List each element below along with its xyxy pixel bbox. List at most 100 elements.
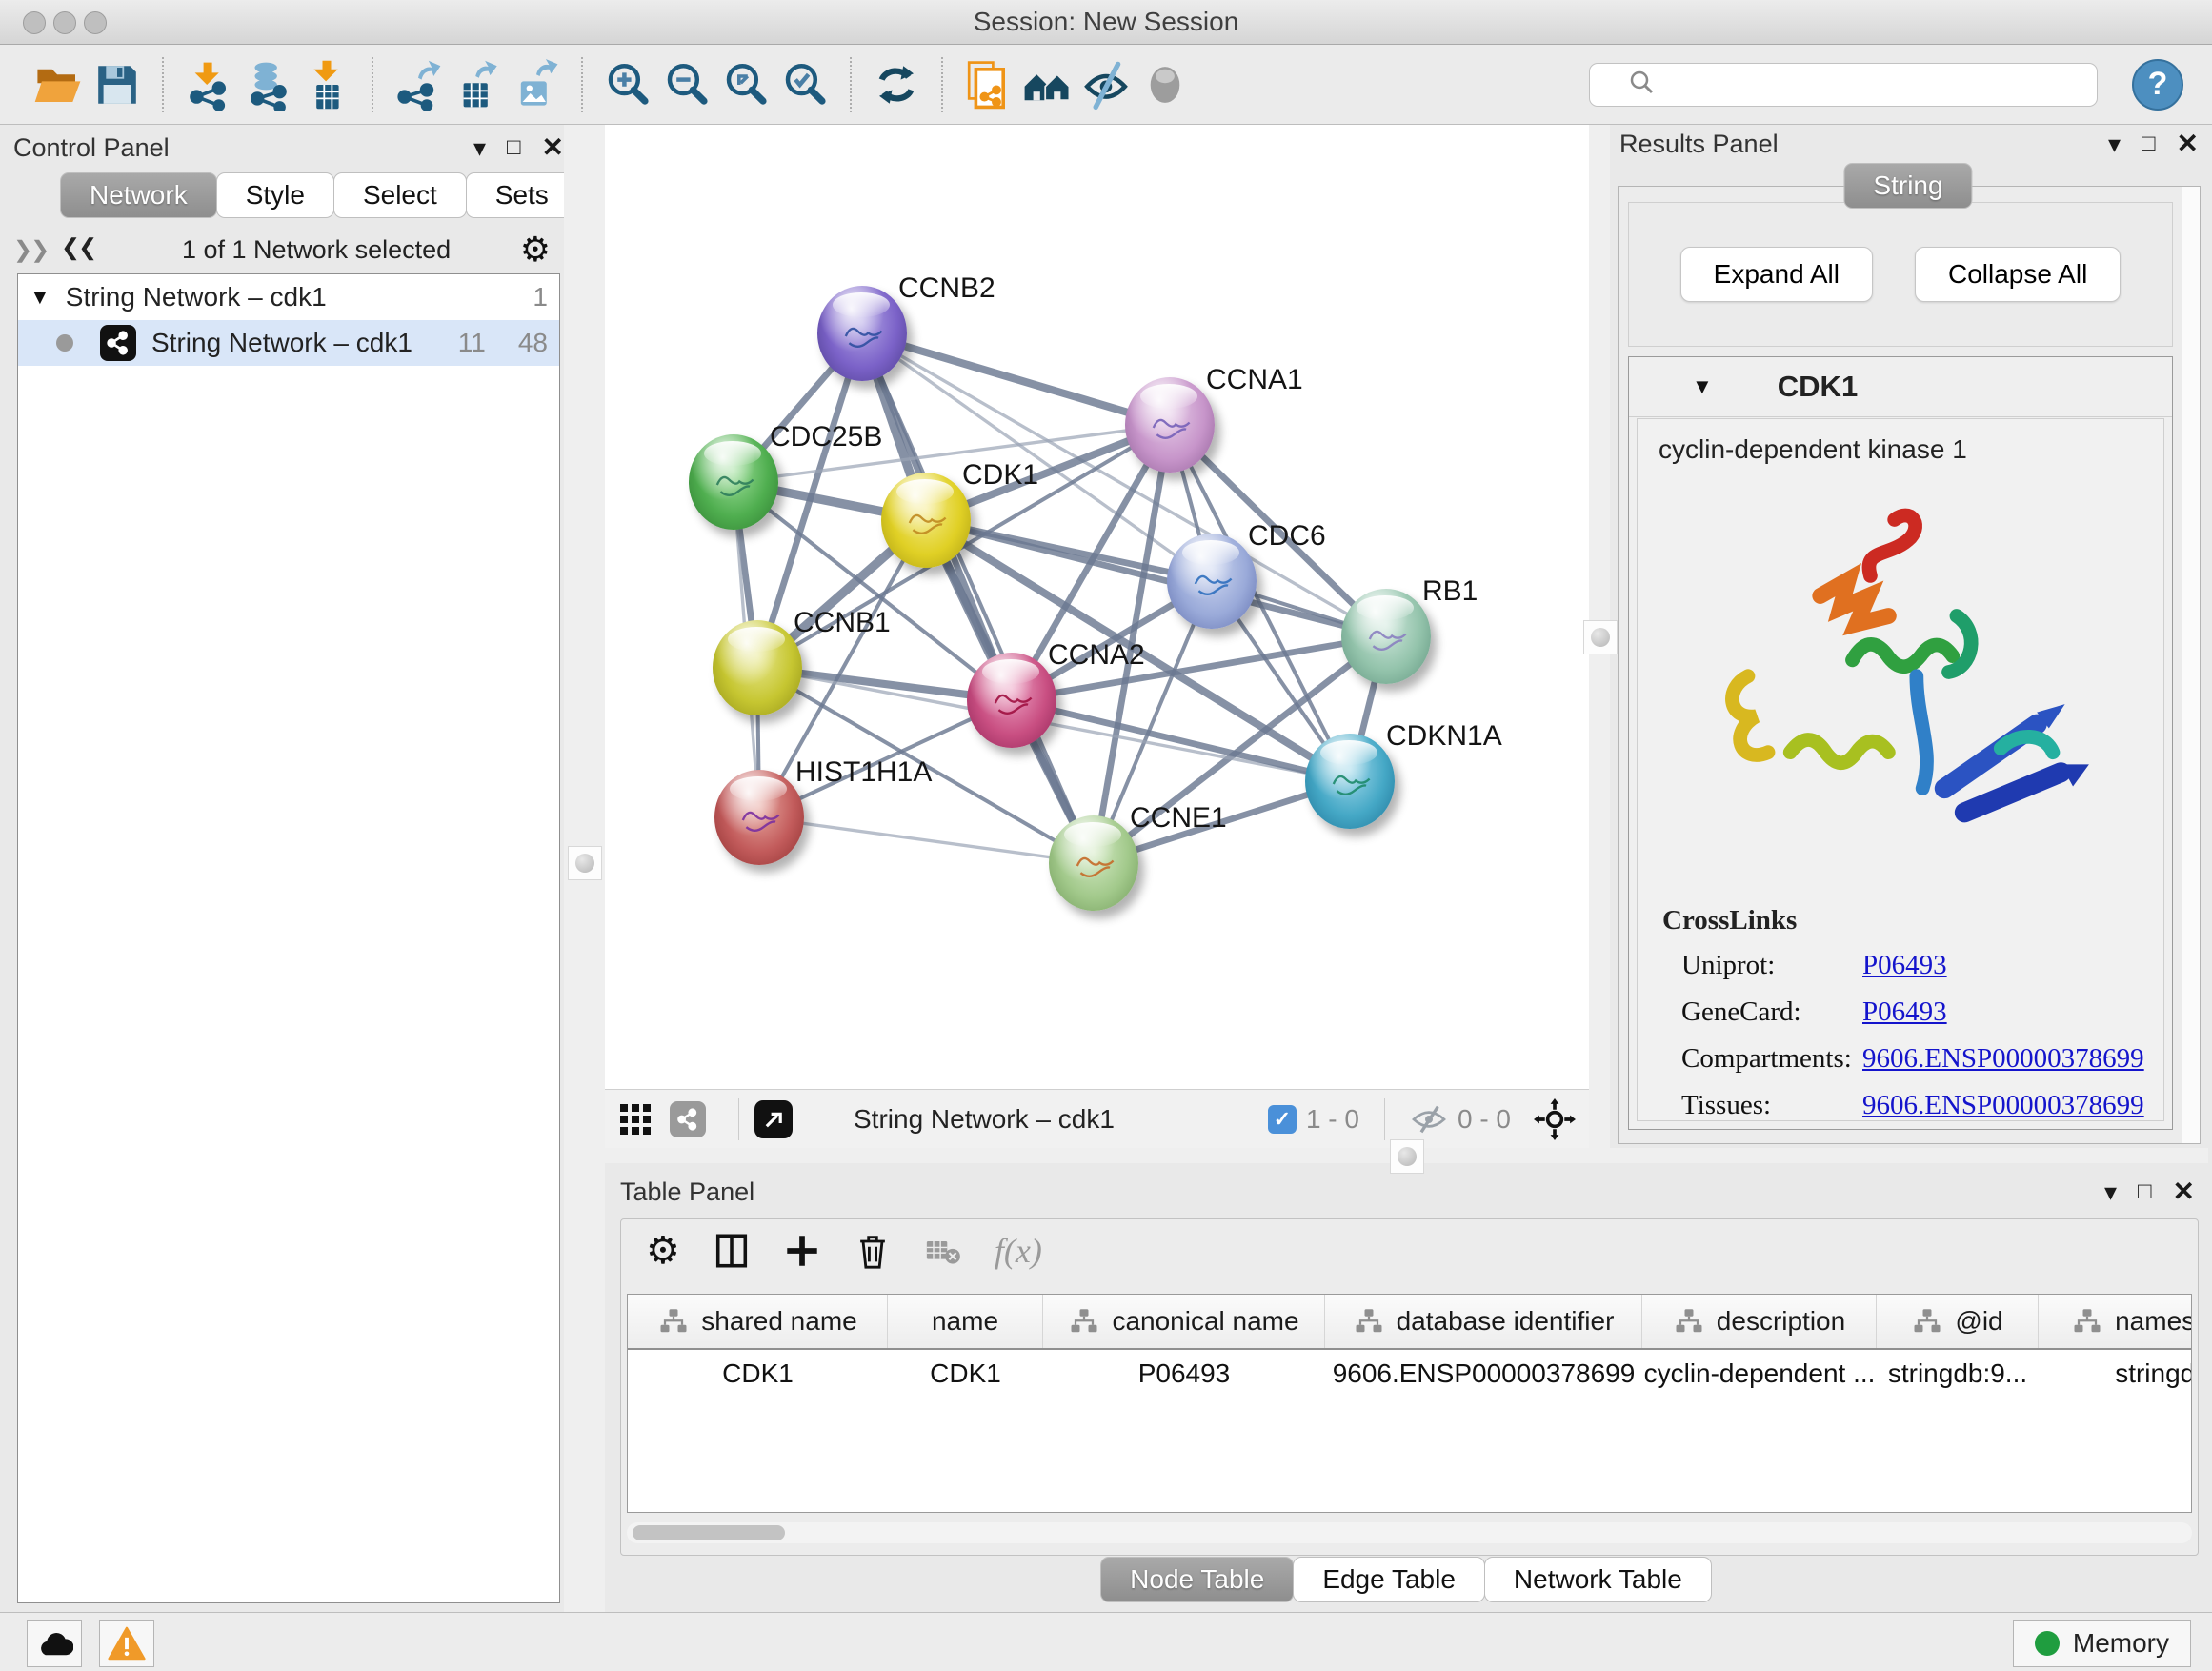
import-network-file-button[interactable] <box>179 55 238 114</box>
table-cell[interactable]: CDK1 <box>888 1350 1043 1398</box>
tab-select[interactable]: Select <box>333 172 467 218</box>
table-cell[interactable]: cyclin-dependent ... <box>1642 1350 1877 1398</box>
table-panel-close-icon[interactable]: ✕ <box>2173 1178 2195 1205</box>
scrollbar-thumb[interactable] <box>633 1525 785 1540</box>
column-header-label: database identifier <box>1397 1306 1615 1337</box>
table-horizontal-scrollbar[interactable] <box>627 1522 2192 1543</box>
column-header-namespace[interactable]: namespace <box>2039 1295 2192 1348</box>
warning-status-button[interactable] <box>99 1620 154 1667</box>
control-panel-collapse-icon[interactable]: ▾ <box>473 135 486 160</box>
tree-mapping-icon <box>2071 1307 2103 1336</box>
import-network-database-button[interactable] <box>238 55 297 114</box>
zoom-out-button[interactable] <box>657 55 716 114</box>
expand-all-button[interactable]: Expand All <box>1680 247 1873 302</box>
string-badge-icon[interactable] <box>670 1101 706 1137</box>
control-panel-float-icon[interactable]: □ <box>507 136 521 159</box>
crosslink-value-link[interactable]: 9606.ENSP00000378699 <box>1862 1043 2144 1075</box>
network-node-CDK1[interactable] <box>881 473 971 568</box>
table-cell[interactable]: CDK1 <box>628 1350 888 1398</box>
cdk1-section-header[interactable]: ▼ CDK1 <box>1629 357 2172 417</box>
table-panel-divider[interactable] <box>605 1148 2208 1163</box>
zoom-selected-button[interactable] <box>775 55 835 114</box>
help-button[interactable]: ? <box>2132 59 2183 111</box>
network-node-CDC25B[interactable] <box>689 434 778 530</box>
import-table-button[interactable] <box>297 55 356 114</box>
birds-eye-grid-icon[interactable] <box>618 1102 653 1137</box>
fit-selected-crosshair-icon[interactable] <box>1534 1098 1576 1140</box>
results-panel-collapse-icon[interactable]: ▾ <box>2108 131 2121 156</box>
table-options-gear-icon[interactable]: ⚙ <box>646 1229 680 1273</box>
network-node-CCNB1[interactable] <box>713 620 802 715</box>
export-network-button[interactable] <box>389 55 448 114</box>
open-session-button[interactable] <box>29 55 88 114</box>
results-panel-float-icon[interactable]: □ <box>2142 132 2156 155</box>
table-panel-float-icon[interactable]: □ <box>2138 1180 2152 1203</box>
zoom-fit-button[interactable] <box>716 55 775 114</box>
open-in-window-icon[interactable] <box>754 1100 793 1138</box>
network-node-CCNA1[interactable] <box>1125 377 1215 473</box>
tab-edge-table[interactable]: Edge Table <box>1293 1557 1485 1602</box>
left-panel-divider[interactable] <box>564 125 605 1613</box>
column-header-shared-name[interactable]: shared name <box>628 1295 888 1348</box>
tab-network-table[interactable]: Network Table <box>1484 1557 1712 1602</box>
column-header-canonical-name[interactable]: canonical name <box>1043 1295 1325 1348</box>
network-node-count: 11 <box>458 328 486 358</box>
refresh-button[interactable] <box>867 55 926 114</box>
column-header-name[interactable]: name <box>888 1295 1043 1348</box>
table-cell[interactable]: P06493 <box>1043 1350 1325 1398</box>
network-options-gear-icon[interactable]: ⚙ <box>520 230 551 270</box>
tab-style[interactable]: Style <box>216 172 334 218</box>
zoom-in-button[interactable] <box>598 55 657 114</box>
control-panel-close-icon[interactable]: ✕ <box>542 134 564 161</box>
collection-expand-icon[interactable]: ▼ <box>30 285 50 310</box>
table-cell[interactable]: 9606.ENSP00000378699 <box>1325 1350 1642 1398</box>
network-node-CDC6[interactable] <box>1167 534 1257 629</box>
section-expand-icon[interactable]: ▼ <box>1692 374 1713 399</box>
expand-all-networks-icon[interactable]: ❯❯ <box>13 236 48 264</box>
results-panel-close-icon[interactable]: ✕ <box>2177 131 2199 157</box>
column-header-description[interactable]: description <box>1642 1295 1877 1348</box>
column-header-database-identifier[interactable]: database identifier <box>1325 1295 1642 1348</box>
network-node-CCNB2[interactable] <box>817 286 907 381</box>
selected-checkbox-icon[interactable]: ✓ <box>1268 1105 1297 1134</box>
crosslink-value-link[interactable]: P06493 <box>1862 997 1947 1028</box>
table-cell[interactable]: stringdb <box>2039 1350 2192 1398</box>
network-row-selected[interactable]: String Network – cdk1 11 48 <box>18 320 559 366</box>
table-cell[interactable]: stringdb:9... <box>1877 1350 2039 1398</box>
network-node-CDKN1A[interactable] <box>1305 734 1395 829</box>
hide-results-button[interactable] <box>1076 55 1136 114</box>
search-input[interactable] <box>1589 63 2098 107</box>
export-table-button[interactable] <box>448 55 507 114</box>
network-node-CCNA2[interactable] <box>967 653 1056 748</box>
network-node-CCNE1[interactable] <box>1049 815 1138 911</box>
crosslink-value-link[interactable]: P06493 <box>1862 950 1947 981</box>
cloud-status-button[interactable] <box>27 1620 82 1667</box>
protein-scribble-icon <box>704 459 761 511</box>
results-panel-divider[interactable] <box>1589 125 1610 1148</box>
crosslink-value-link[interactable]: 9606.ENSP00000378699 <box>1862 1090 2144 1121</box>
network-collection-row[interactable]: ▼ String Network – cdk1 1 <box>18 274 559 320</box>
tab-node-table[interactable]: Node Table <box>1100 1557 1294 1602</box>
show-results-button[interactable] <box>1136 55 1195 114</box>
delete-column-icon[interactable] <box>854 1232 892 1270</box>
divider-grip[interactable] <box>568 846 602 880</box>
tab-string[interactable]: String <box>1843 163 1972 209</box>
tab-sets[interactable]: Sets <box>466 172 578 218</box>
tab-network[interactable]: Network <box>60 172 217 218</box>
network-node-HIST1H1A[interactable] <box>714 770 804 865</box>
table-panel-collapse-icon[interactable]: ▾ <box>2104 1179 2117 1204</box>
column-header--id[interactable]: @id <box>1877 1295 2039 1348</box>
clone-network-button[interactable] <box>958 55 1017 114</box>
collapse-all-button[interactable]: Collapse All <box>1915 247 2121 302</box>
string-home-button[interactable] <box>1017 55 1076 114</box>
add-column-icon[interactable] <box>783 1232 821 1270</box>
results-scrollbar[interactable] <box>2182 187 2200 1143</box>
network-canvas[interactable]: CCNB2CCNA1CDC25BCDK1CDC6RB1CCNB1CCNA2CDK… <box>605 125 1589 1089</box>
export-image-button[interactable] <box>507 55 566 114</box>
memory-button[interactable]: Memory <box>2013 1620 2191 1667</box>
collapse-all-networks-icon[interactable]: ❯❯ <box>63 236 97 264</box>
save-session-button[interactable] <box>88 55 147 114</box>
table-row[interactable]: CDK1CDK1P064939606.ENSP00000378699cyclin… <box>628 1350 2191 1398</box>
show-columns-icon[interactable] <box>713 1232 751 1270</box>
network-node-RB1[interactable] <box>1341 589 1431 684</box>
